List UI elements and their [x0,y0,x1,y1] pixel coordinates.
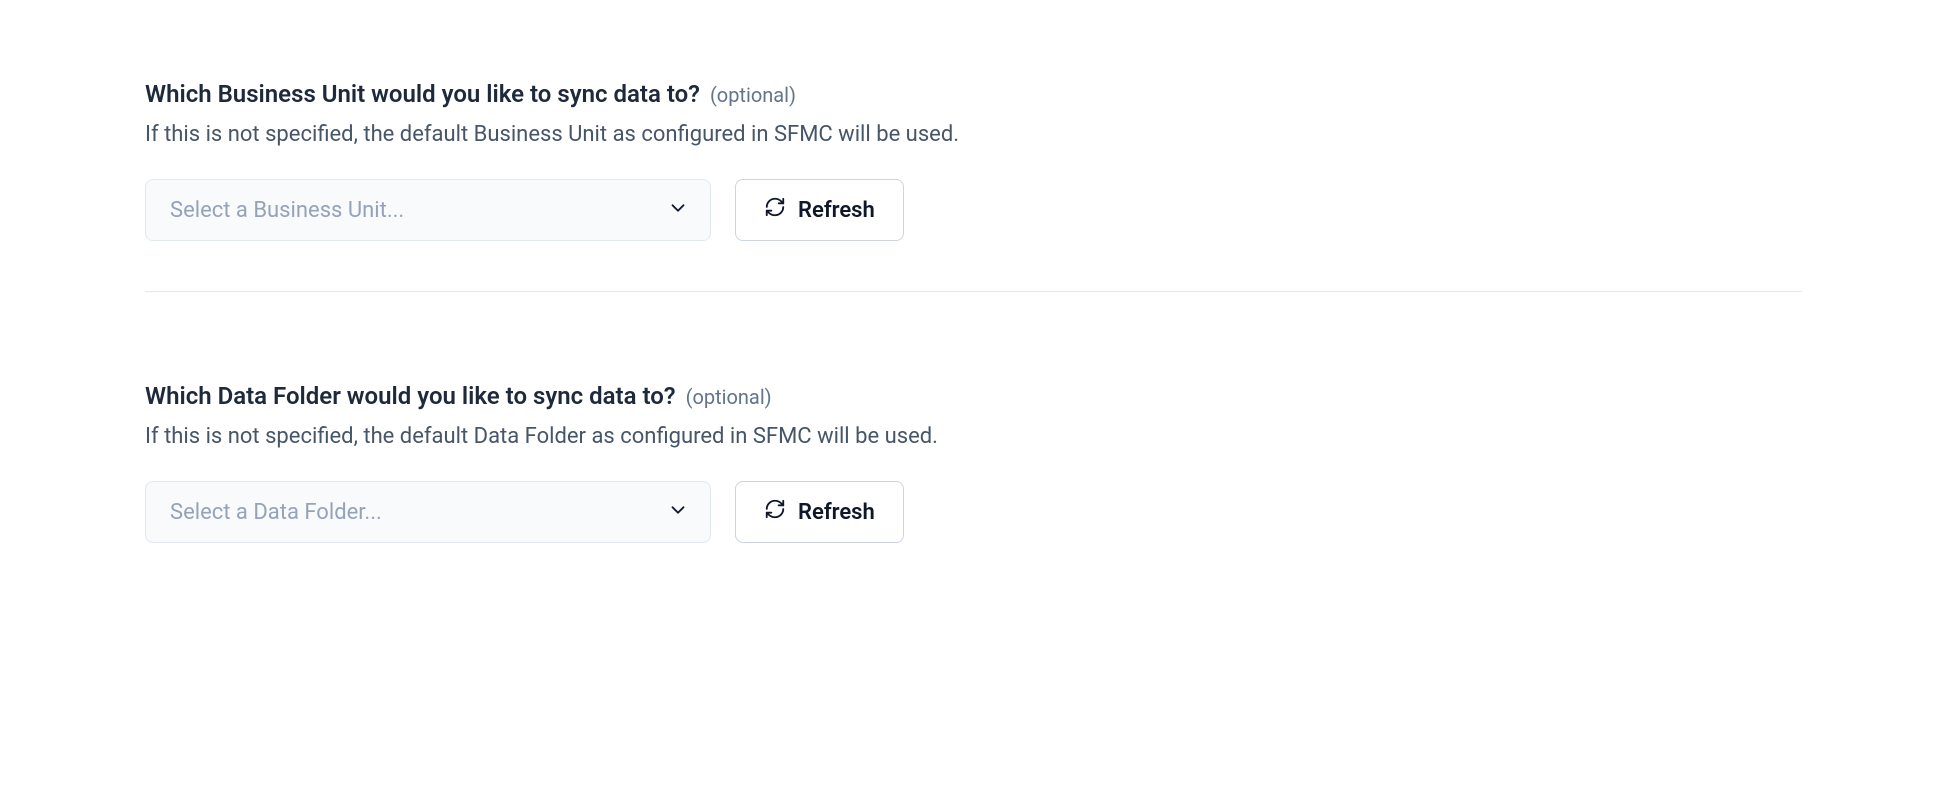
data-folder-controls: Refresh [145,481,1802,543]
data-folder-refresh-button[interactable]: Refresh [735,481,904,543]
business-unit-controls: Refresh [145,179,1802,241]
refresh-icon [764,498,786,526]
section-divider [145,291,1802,292]
business-unit-refresh-button[interactable]: Refresh [735,179,904,241]
business-unit-select[interactable] [145,179,711,241]
business-unit-select-wrapper [145,179,711,241]
business-unit-section: Which Business Unit would you like to sy… [145,80,1802,241]
data-folder-header: Which Data Folder would you like to sync… [145,382,1802,410]
data-folder-select-wrapper [145,481,711,543]
data-folder-select[interactable] [145,481,711,543]
refresh-icon [764,196,786,224]
data-folder-description: If this is not specified, the default Da… [145,420,1802,453]
refresh-button-label: Refresh [798,198,875,223]
business-unit-title: Which Business Unit would you like to sy… [145,80,700,108]
data-folder-section: Which Data Folder would you like to sync… [145,382,1802,543]
optional-tag: (optional) [686,385,772,409]
business-unit-description: If this is not specified, the default Bu… [145,118,1802,151]
refresh-button-label: Refresh [798,500,875,525]
optional-tag: (optional) [710,83,796,107]
data-folder-title: Which Data Folder would you like to sync… [145,382,676,410]
business-unit-header: Which Business Unit would you like to sy… [145,80,1802,108]
